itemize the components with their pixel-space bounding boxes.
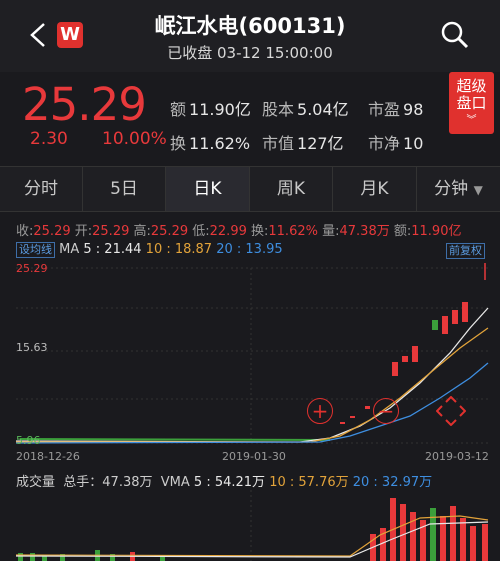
- stat-market-cap: 市值 127亿: [262, 134, 344, 153]
- chevron-down-icon: ︾: [466, 115, 477, 126]
- stat-amount: 额 11.90亿: [170, 100, 251, 119]
- price-axis-mid: 15.63: [16, 341, 48, 354]
- price-change: 2.30: [30, 129, 68, 149]
- date-axis-start: 2018-12-26: [16, 450, 80, 463]
- nav-header: W 岷江水电(600131) 已收盘 03-12 15:00:00: [0, 0, 500, 72]
- ohlc-info: 收:25.29 开:25.29 高:25.29 低:22.99 换:11.62%…: [16, 224, 462, 239]
- market-status: 已收盘 03-12 15:00:00: [167, 44, 333, 62]
- date-axis-mid: 2019-01-30: [222, 450, 286, 463]
- tab-intraday[interactable]: 分时: [0, 167, 83, 211]
- price-axis-high: 25.29: [16, 262, 48, 275]
- tab-daily-k[interactable]: 日K: [166, 167, 250, 211]
- move-icon[interactable]: [436, 396, 466, 426]
- search-icon[interactable]: [440, 20, 470, 50]
- stat-turnover: 换 11.62%: [170, 134, 251, 153]
- volume-chart[interactable]: [0, 490, 500, 561]
- dropdown-arrow-icon: ▼: [473, 183, 483, 197]
- tab-5day[interactable]: 5日: [83, 167, 166, 211]
- tab-weekly-k[interactable]: 周K: [250, 167, 333, 211]
- current-price: 25.29: [22, 78, 147, 131]
- zoom-in-icon[interactable]: +: [307, 398, 333, 424]
- tab-minute[interactable]: 分钟 ▼: [417, 167, 500, 211]
- price-change-pct: 10.00%: [102, 129, 167, 149]
- candles: [19, 438, 331, 441]
- adjust-button[interactable]: 前复权: [446, 243, 485, 259]
- ma5-line: [15, 307, 489, 443]
- super-orderbook-button[interactable]: 超级 盘口 ︾: [449, 72, 494, 134]
- kline-chart[interactable]: [0, 258, 500, 448]
- period-tabs: 分时 5日 日K 周K 月K 分钟 ▼: [0, 166, 500, 212]
- set-ma-button[interactable]: 设均线: [16, 242, 55, 258]
- stock-title: 岷江水电(600131): [154, 14, 346, 38]
- volume-legend: 成交量 总手：47.38万 VMA 5 : 54.21万 10 : 57.76万…: [16, 475, 433, 490]
- zoom-out-icon[interactable]: −: [373, 398, 399, 424]
- tab-monthly-k[interactable]: 月K: [333, 167, 417, 211]
- date-axis-end: 2019-03-12: [425, 450, 489, 463]
- stat-pb: 市净 10: [368, 134, 424, 153]
- ma-legend: 设均线 MA 5 : 21.44 10 : 18.87 20 : 13.95: [16, 242, 283, 258]
- price-axis-low: 5.96: [16, 434, 41, 447]
- quote-panel: 25.29 2.30 10.00% 额 11.90亿 股本 5.04亿 市盈 98 换…: [0, 72, 500, 164]
- stat-shares: 股本 5.04亿: [262, 100, 349, 119]
- ma20-line: [15, 362, 489, 444]
- stat-pe: 市盈 98: [368, 100, 424, 119]
